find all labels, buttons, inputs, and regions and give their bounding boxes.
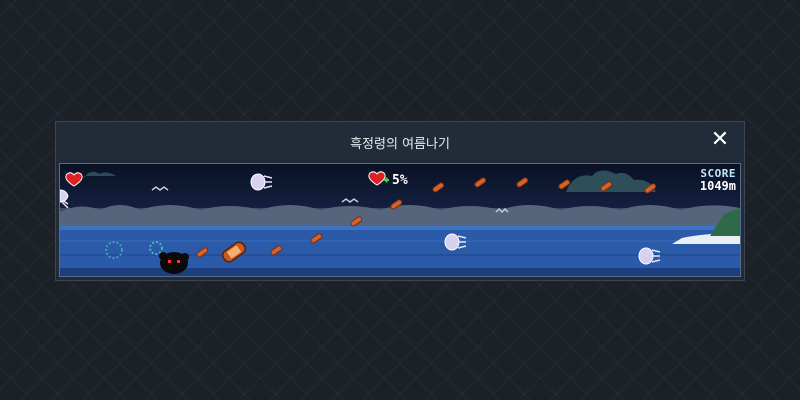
score-value: 1049m: [699, 179, 736, 193]
sausage-icon: [516, 177, 529, 188]
jellyfish-icon: [250, 173, 273, 191]
game-canvas[interactable]: 5% SCORE 1049m: [59, 163, 741, 277]
dark-cloud: [566, 170, 656, 192]
close-button[interactable]: ✕: [708, 128, 732, 152]
game-window: 흑정령의 여름나기 ✕ 5% SCORE 1049m: [55, 121, 745, 281]
jellyfish-icon: [60, 189, 69, 209]
sausage-icon: [474, 177, 487, 188]
title-bar: 흑정령의 여름나기 ✕: [56, 122, 744, 160]
dark-cloud: [84, 171, 116, 178]
close-icon: ✕: [710, 127, 730, 152]
seagull-icon: [151, 186, 169, 191]
sausage-icon: [432, 182, 445, 193]
heart-icon: [65, 172, 83, 187]
heart-plus-icon: [368, 171, 389, 186]
cloud-band: [60, 205, 740, 228]
seagull-icon: [341, 198, 359, 203]
energy-percent: 5%: [392, 173, 408, 188]
window-title: 흑정령의 여름나기: [350, 137, 450, 152]
